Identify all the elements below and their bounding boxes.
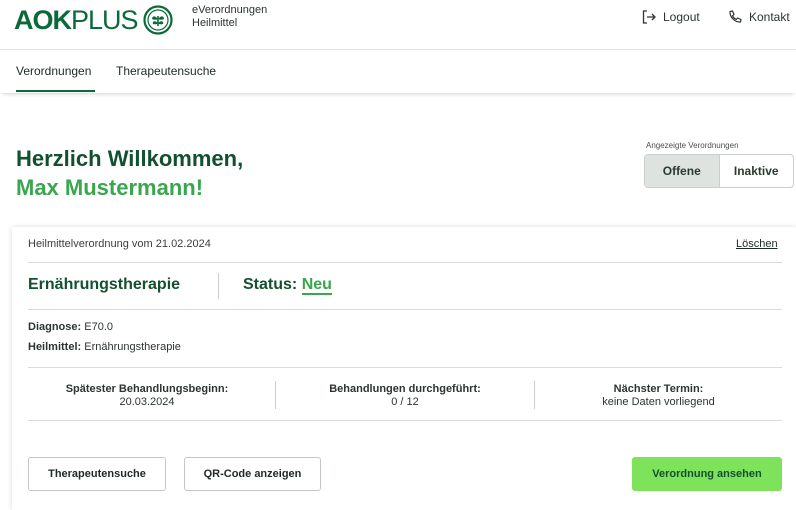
view-prescription-button[interactable]: Verordnung ansehen: [632, 457, 782, 491]
tab-therapeutensuche[interactable]: Therapeutensuche: [116, 64, 216, 78]
stat-value: 20.03.2024: [119, 396, 175, 408]
status-badge: Neu: [301, 276, 332, 295]
welcome-heading: Herzlich Willkommen, Max Mustermann!: [16, 144, 243, 202]
diagnosis-value: E70.0: [84, 321, 113, 333]
stat-title: Spätester Behandlungsbeginn:: [65, 383, 229, 395]
top-header: AOKPLUS eVerordnungen Heilmittel Logout …: [0, 0, 796, 50]
filter-inaktive-button[interactable]: Inaktive: [720, 155, 794, 187]
remedy-value: Ernährungstherapie: [84, 341, 181, 353]
stat-title: Behandlungen durchgeführt:: [329, 383, 481, 395]
stat-value: keine Daten vorliegend: [602, 396, 715, 408]
status-line: Status: Neu: [243, 276, 332, 295]
prescription-card: Heilmittelverordnung vom 21.02.2024 Lösc…: [12, 227, 796, 510]
stat-next-appointment: Nächster Termin: keine Daten vorliegend: [535, 383, 782, 409]
logo-seal-icon: [142, 5, 173, 35]
tab-verordnungen[interactable]: Verordnungen: [16, 64, 96, 92]
logout-icon: [642, 10, 656, 24]
kontakt-link[interactable]: Kontakt: [727, 9, 790, 25]
prescription-header: Heilmittelverordnung vom 21.02.2024: [28, 238, 211, 250]
remedy-label: Heilmittel:: [28, 341, 82, 353]
divider: [28, 309, 782, 310]
welcome-user-name: Max Mustermann!: [16, 175, 204, 200]
app-title-line2: Heilmittel: [192, 17, 238, 29]
phone-icon: [729, 10, 742, 23]
divider: [28, 420, 782, 421]
divider: [28, 367, 782, 368]
logout-label: Logout: [663, 10, 700, 24]
main-nav: Verordnungen Therapeutensuche: [0, 51, 796, 93]
divider: [28, 262, 782, 263]
status-label: Status:: [243, 276, 298, 293]
app-title-line1: eVerordnungen: [192, 4, 268, 16]
divider-vertical: [218, 273, 219, 299]
stat-treatments-done: Behandlungen durchgeführt: 0 / 12: [276, 383, 534, 409]
delete-link[interactable]: Löschen: [736, 238, 778, 250]
therapy-title: Ernährungstherapie: [28, 276, 181, 293]
welcome-line1: Herzlich Willkommen,: [16, 146, 244, 171]
logout-link[interactable]: Logout: [641, 9, 700, 25]
filter-offene-button[interactable]: Offene: [645, 155, 720, 187]
aok-plus-logo[interactable]: AOKPLUS: [14, 4, 173, 36]
logo-bold-text: AOK: [14, 4, 72, 35]
stat-latest-start: Spätester Behandlungsbeginn: 20.03.2024: [28, 383, 266, 409]
diagnosis-row: Diagnose: E70.0: [28, 321, 113, 333]
logo-light-text: PLUS: [71, 4, 139, 35]
stat-title: Nächster Termin:: [613, 383, 704, 395]
remedy-row: Heilmittel: Ernährungstherapie: [28, 341, 181, 353]
qr-code-button[interactable]: QR-Code anzeigen: [184, 457, 321, 491]
stat-value: 0 / 12: [391, 396, 419, 408]
diagnosis-label: Diagnose:: [28, 321, 82, 333]
app-title: eVerordnungen Heilmittel: [192, 4, 267, 30]
filter-label: Angezeigte Verordnungen: [646, 141, 739, 150]
filter-toggle: Offene Inaktive: [644, 154, 794, 188]
kontakt-label: Kontakt: [749, 10, 790, 24]
therapist-search-button[interactable]: Therapeutensuche: [28, 457, 166, 491]
